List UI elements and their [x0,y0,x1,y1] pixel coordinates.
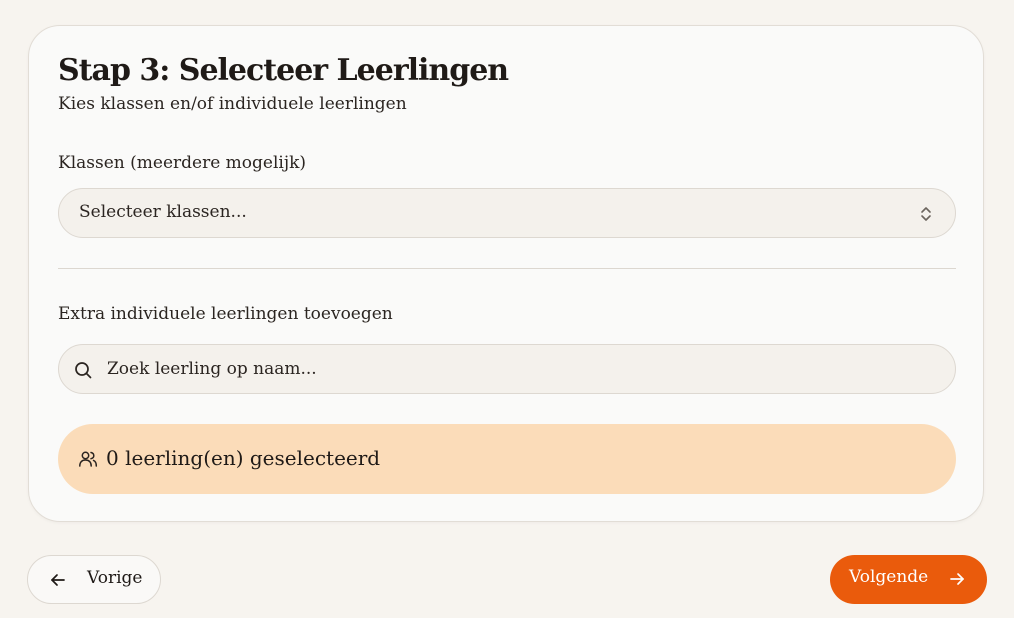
selection-count-banner: 0 leerling(en) geselecteerd [58,424,956,494]
chevron-up-down-icon [921,207,931,221]
student-search-input[interactable] [107,345,937,393]
extra-students-label: Extra individuele leerlingen toevoegen [58,304,393,324]
classes-select-placeholder: Selecteer klassen... [79,202,247,222]
search-icon [75,362,92,379]
classes-label: Klassen (meerdere mogelijk) [58,153,307,173]
previous-button[interactable]: Vorige [27,555,161,604]
selection-count-text: 0 leerling(en) geselecteerd [106,446,381,470]
divider [58,268,956,269]
page-title: Stap 3: Selecteer Leerlingen [58,53,509,88]
users-icon [79,451,98,467]
classes-select[interactable]: Selecteer klassen... [58,188,956,238]
previous-button-label: Vorige [87,568,143,588]
student-search-field[interactable] [58,344,956,394]
arrow-right-icon [950,573,964,585]
step-card: Stap 3: Selecteer Leerlingen Kies klasse… [28,25,984,522]
page-subtitle: Kies klassen en/of individuele leerlinge… [58,94,407,114]
arrow-left-icon [51,574,65,586]
next-button-label: Volgende [849,567,929,587]
next-button[interactable]: Volgende [830,555,987,604]
